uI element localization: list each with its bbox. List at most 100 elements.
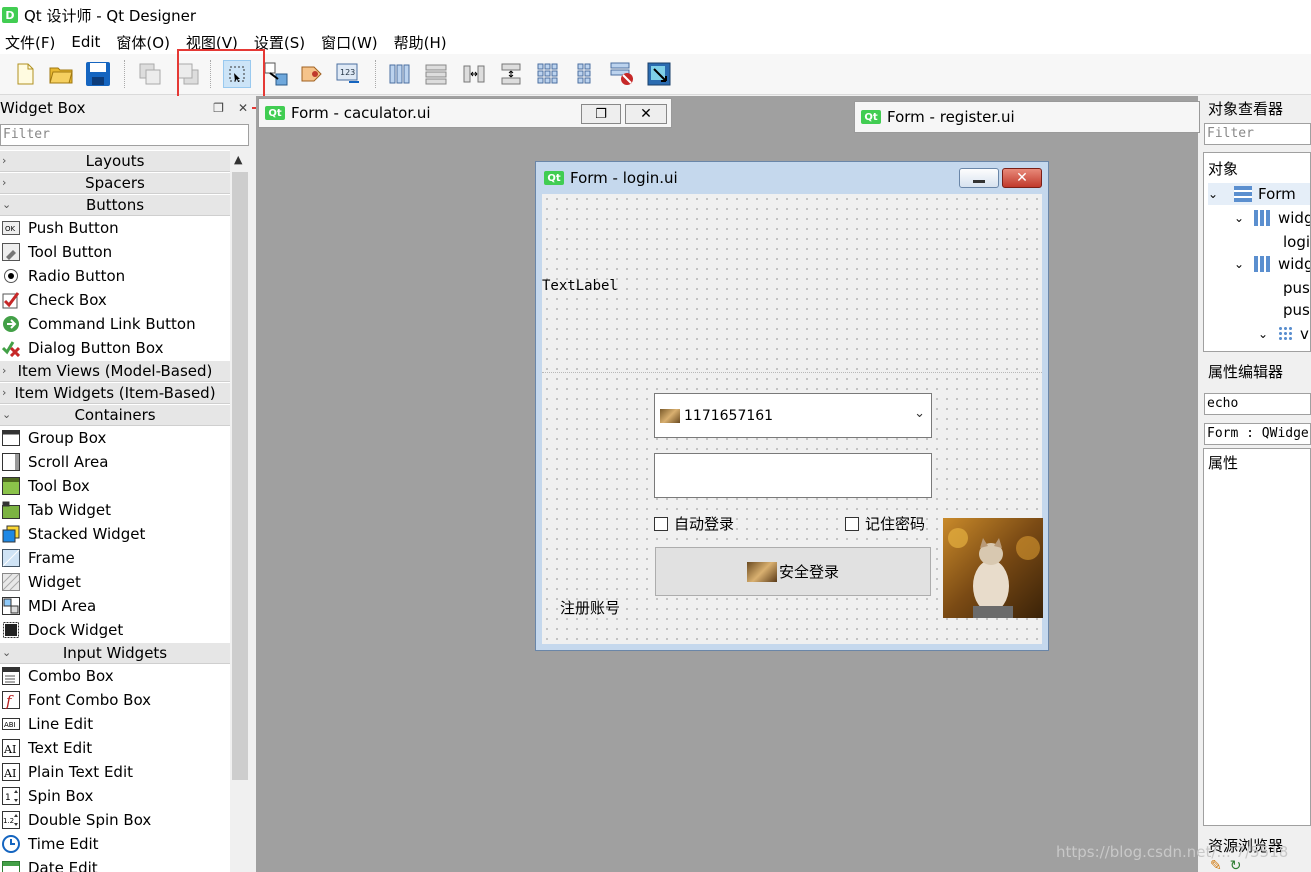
- category-item-widgets[interactable]: › Item Widgets (Item-Based): [0, 382, 230, 404]
- widget-item-label: Date Edit: [28, 859, 98, 872]
- property-object-label: Form : QWidge: [1204, 423, 1311, 445]
- widget-item-scroll-area[interactable]: Scroll Area: [0, 450, 230, 474]
- widget-box-list: › Layouts › Spacers ⌄ Buttons OK Push Button…: [0, 150, 230, 872]
- login-window-titlebar[interactable]: Qt Form - login.ui ✕: [536, 162, 1048, 194]
- category-spacers[interactable]: › Spacers: [0, 172, 230, 194]
- tree-row-grid[interactable]: ⌄ v: [1258, 323, 1309, 345]
- category-item-views[interactable]: › Item Views (Model-Based): [0, 360, 230, 382]
- checkbox-box[interactable]: [845, 516, 859, 531]
- widget-item-push-button[interactable]: OK Push Button: [0, 216, 230, 240]
- layout-vertical-icon[interactable]: [422, 60, 450, 88]
- widget-item-line-edit[interactable]: ABI Line Edit: [0, 712, 230, 736]
- widget-box-scrollbar[interactable]: ▲: [230, 150, 250, 872]
- scroll-up-icon[interactable]: ▲: [234, 153, 242, 166]
- new-file-icon[interactable]: [11, 60, 39, 88]
- tree-row-push-2[interactable]: pusl: [1283, 299, 1310, 321]
- minimize-icon[interactable]: [959, 168, 999, 188]
- login-form-window[interactable]: Qt Form - login.ui ✕ TextLabel 117165716…: [535, 161, 1049, 651]
- chevron-down-icon[interactable]: ⌄: [1234, 211, 1252, 225]
- widget-item-label: Dock Widget: [28, 621, 124, 639]
- edit-tab-order-icon[interactable]: 123: [334, 60, 362, 88]
- widget-item-mdi-area[interactable]: MDI Area: [0, 594, 230, 618]
- category-buttons[interactable]: ⌄ Buttons: [0, 194, 230, 216]
- layout-form-icon[interactable]: [571, 60, 599, 88]
- menu-help[interactable]: 帮助(H): [389, 32, 452, 53]
- layout-grid-icon[interactable]: [534, 60, 562, 88]
- restore-icon[interactable]: ❐: [581, 104, 621, 124]
- widget-item-dialog-button-box[interactable]: Dialog Button Box: [0, 336, 230, 360]
- register-account-link[interactable]: 注册账号: [560, 597, 620, 618]
- remember-password-checkbox[interactable]: 记住密码: [845, 513, 925, 534]
- menu-edit[interactable]: Edit: [66, 33, 105, 51]
- widget-item-dock-widget[interactable]: Dock Widget: [0, 618, 230, 642]
- widget-box-filter-input[interactable]: Filter: [0, 124, 249, 146]
- close-icon[interactable]: ✕: [625, 104, 667, 124]
- save-icon[interactable]: [84, 60, 112, 88]
- close-icon[interactable]: ✕: [238, 101, 248, 115]
- widget-item-combo-box[interactable]: Combo Box: [0, 664, 230, 688]
- bring-to-front-icon[interactable]: [136, 60, 164, 88]
- menu-window[interactable]: 窗口(W): [316, 32, 383, 53]
- widget-item-spin-box[interactable]: 1 Spin Box: [0, 784, 230, 808]
- tree-row-widget-2[interactable]: ⌄ widg: [1234, 253, 1310, 275]
- subwindow-caculator[interactable]: Qt Form - caculator.ui ❐ ✕: [258, 98, 672, 128]
- widget-item-command-link-button[interactable]: Command Link Button: [0, 312, 230, 336]
- widget-item-time-edit[interactable]: Time Edit: [0, 832, 230, 856]
- subwindow-register[interactable]: Qt Form - register.ui: [854, 101, 1200, 133]
- layout-horizontal-splitter-icon[interactable]: [460, 60, 488, 88]
- widget-item-plain-text-edit[interactable]: AI Plain Text Edit: [0, 760, 230, 784]
- widget-item-radio-button[interactable]: Radio Button: [0, 264, 230, 288]
- float-icon[interactable]: ❐: [213, 101, 224, 115]
- widget-item-font-combo-box[interactable]: f Font Combo Box: [0, 688, 230, 712]
- widget-item-frame[interactable]: Frame: [0, 546, 230, 570]
- widget-item-label: Command Link Button: [28, 315, 196, 333]
- checkbox-box[interactable]: [654, 516, 668, 531]
- widget-item-tool-button[interactable]: Tool Button: [0, 240, 230, 264]
- password-input[interactable]: [654, 453, 932, 498]
- category-input-widgets[interactable]: ⌄ Input Widgets: [0, 642, 230, 664]
- widget-item-double-spin-box[interactable]: 1.2 Double Spin Box: [0, 808, 230, 832]
- category-containers[interactable]: ⌄ Containers: [0, 404, 230, 426]
- close-icon[interactable]: ✕: [1002, 168, 1042, 188]
- category-layouts[interactable]: › Layouts: [0, 150, 230, 172]
- widget-item-stacked-widget[interactable]: Stacked Widget: [0, 522, 230, 546]
- widget-item-check-box[interactable]: Check Box: [0, 288, 230, 312]
- adjust-size-icon[interactable]: [645, 60, 673, 88]
- layout-vertical-splitter-icon[interactable]: [497, 60, 525, 88]
- tree-row-widget[interactable]: ⌄ widg: [1234, 207, 1310, 229]
- widget-item-widget[interactable]: Widget: [0, 570, 230, 594]
- checkbox-label: 记住密码: [865, 515, 926, 533]
- edit-buddies-icon[interactable]: [298, 60, 326, 88]
- tree-row-push-1[interactable]: pusl: [1283, 277, 1310, 299]
- tool-box-icon: [1, 477, 21, 495]
- chevron-down-icon: ⌄: [2, 198, 12, 211]
- widget-item-tab-widget[interactable]: Tab Widget: [0, 498, 230, 522]
- tree-row-form[interactable]: ⌄ Form: [1208, 183, 1310, 205]
- widget-item-date-edit[interactable]: Date Edit: [0, 856, 230, 872]
- layout-horizontal-icon[interactable]: [386, 60, 414, 88]
- auto-login-checkbox[interactable]: 自动登录: [654, 513, 734, 534]
- widget-item-text-edit[interactable]: AI Text Edit: [0, 736, 230, 760]
- grid-layout-icon: [1278, 326, 1294, 342]
- object-filter-input[interactable]: Filter: [1204, 123, 1311, 145]
- tab-widget-icon: [1, 501, 21, 519]
- widget-item-tool-box[interactable]: Tool Box: [0, 474, 230, 498]
- chevron-down-icon[interactable]: ⌄: [1234, 257, 1252, 271]
- open-folder-icon[interactable]: [47, 60, 75, 88]
- menu-file[interactable]: 文件(F): [0, 32, 60, 53]
- chevron-down-icon[interactable]: ⌄: [1208, 187, 1226, 201]
- toolbar-separator: [375, 60, 376, 88]
- chevron-down-icon[interactable]: ⌄: [1258, 327, 1276, 341]
- account-combo-box[interactable]: 1171657161 ⌄: [654, 393, 932, 438]
- property-filter-input[interactable]: echo: [1204, 393, 1311, 415]
- watermark: https://blog.csdn.net/... 7/5518: [1056, 843, 1289, 861]
- menu-form[interactable]: 窗体(O): [111, 32, 175, 53]
- tree-row-login[interactable]: logi: [1283, 231, 1310, 253]
- chevron-down-icon[interactable]: ⌄: [914, 406, 925, 421]
- edit-signals-slots-icon[interactable]: [262, 60, 290, 88]
- break-layout-icon[interactable]: [608, 60, 636, 88]
- widget-item-group-box[interactable]: Group Box: [0, 426, 230, 450]
- designer-app-icon: D: [2, 7, 18, 23]
- login-button[interactable]: 安全登录: [655, 547, 931, 596]
- scrollbar-thumb[interactable]: [232, 172, 248, 780]
